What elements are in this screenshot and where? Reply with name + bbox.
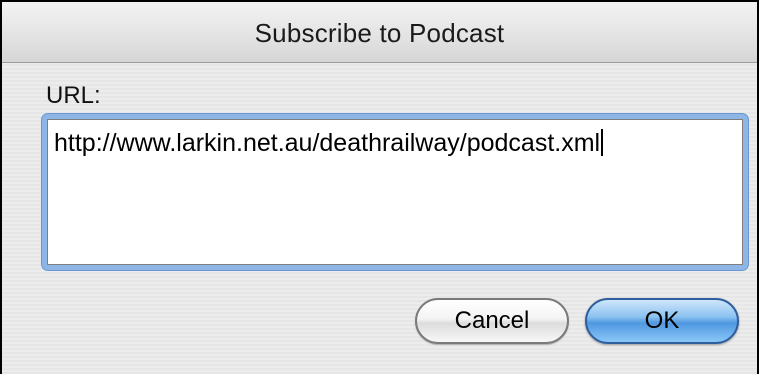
- ok-button[interactable]: OK: [585, 298, 739, 344]
- url-field-focus-ring: http://www.larkin.net.au/deathrailway/po…: [42, 114, 748, 270]
- text-cursor: [601, 129, 604, 156]
- subscribe-dialog: Subscribe to Podcast URL: http://www.lar…: [0, 0, 759, 374]
- cancel-button-label: Cancel: [454, 307, 530, 334]
- cancel-button[interactable]: Cancel: [415, 298, 569, 344]
- url-input[interactable]: http://www.larkin.net.au/deathrailway/po…: [47, 119, 743, 265]
- ok-button-label: OK: [644, 307, 680, 334]
- url-label: URL:: [46, 82, 101, 109]
- title-bar[interactable]: Subscribe to Podcast: [2, 2, 757, 63]
- dialog-title: Subscribe to Podcast: [254, 17, 505, 48]
- url-input-text: http://www.larkin.net.au/deathrailway/po…: [54, 129, 601, 157]
